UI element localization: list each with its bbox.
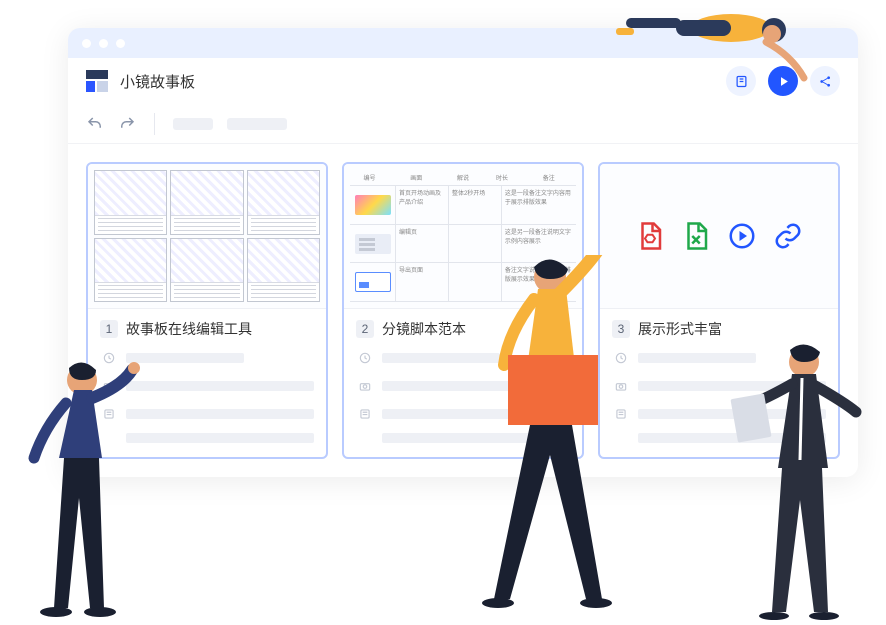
placeholder-line (126, 433, 314, 443)
toolbar-separator (154, 113, 155, 135)
card-preview: 编号 画面 解说 时长 备注 首页开场动画及产品介绍整体2秒开场这是一段备注文字… (344, 164, 582, 309)
card-preview (600, 164, 838, 309)
col-header: 备注 (521, 170, 576, 185)
camera-icon (356, 377, 374, 395)
placeholder-line (382, 353, 500, 363)
col-header: 编号 (350, 170, 389, 185)
save-button[interactable] (726, 66, 756, 96)
card-number: 2 (356, 320, 374, 338)
undo-button[interactable] (86, 115, 104, 133)
clock-icon (100, 349, 118, 367)
col-header: 解说 (444, 170, 483, 185)
card-number: 3 (612, 320, 630, 338)
notes-icon (100, 405, 118, 423)
play-icon (776, 74, 791, 89)
save-icon (734, 74, 749, 89)
placeholder-line (638, 409, 826, 419)
play-circle-icon (727, 221, 757, 251)
placeholder-line (382, 433, 570, 443)
notes-icon (356, 405, 374, 423)
placeholder-line (126, 409, 314, 419)
card-export[interactable]: 3 展示形式丰富 (598, 162, 840, 459)
share-icon (818, 74, 833, 89)
share-button[interactable] (810, 66, 840, 96)
placeholder-line (638, 353, 756, 363)
clock-icon (612, 349, 630, 367)
window-dot (82, 39, 91, 48)
toolbar (68, 104, 858, 144)
placeholder-line (126, 381, 314, 391)
placeholder-line (382, 381, 570, 391)
app-logo (86, 70, 108, 92)
card-editor[interactable]: 1 故事板在线编辑工具 (86, 162, 328, 459)
card-title: 分镜脚本范本 (382, 319, 466, 339)
camera-icon (612, 377, 630, 395)
cards-row: 1 故事板在线编辑工具 编号 画面 解说 时长 备注 (68, 144, 858, 477)
clock-icon (356, 349, 374, 367)
card-title: 故事板在线编辑工具 (126, 319, 252, 339)
app-title: 小镜故事板 (120, 71, 195, 92)
col-header: 画面 (389, 170, 444, 185)
placeholder-line (638, 381, 826, 391)
redo-button[interactable] (118, 115, 136, 133)
card-number: 1 (100, 320, 118, 338)
card-template[interactable]: 编号 画面 解说 时长 备注 首页开场动画及产品介绍整体2秒开场这是一段备注文字… (342, 162, 584, 459)
pdf-icon (635, 221, 665, 251)
card-preview (88, 164, 326, 309)
undo-icon (86, 115, 104, 133)
placeholder-line (382, 409, 570, 419)
app-header: 小镜故事板 (68, 58, 858, 104)
excel-icon (681, 221, 711, 251)
toolbar-placeholder (173, 118, 213, 130)
notes-icon (612, 405, 630, 423)
placeholder-line (126, 353, 244, 363)
redo-icon (118, 115, 136, 133)
app-window: 小镜故事板 (68, 28, 858, 477)
card-title: 展示形式丰富 (638, 319, 722, 339)
col-header: 时长 (482, 170, 521, 185)
window-dot (116, 39, 125, 48)
toolbar-placeholder (227, 118, 287, 130)
camera-icon (100, 377, 118, 395)
window-titlebar (68, 28, 858, 58)
link-icon (773, 221, 803, 251)
placeholder-line (638, 433, 826, 443)
window-dot (99, 39, 108, 48)
play-button[interactable] (768, 66, 798, 96)
